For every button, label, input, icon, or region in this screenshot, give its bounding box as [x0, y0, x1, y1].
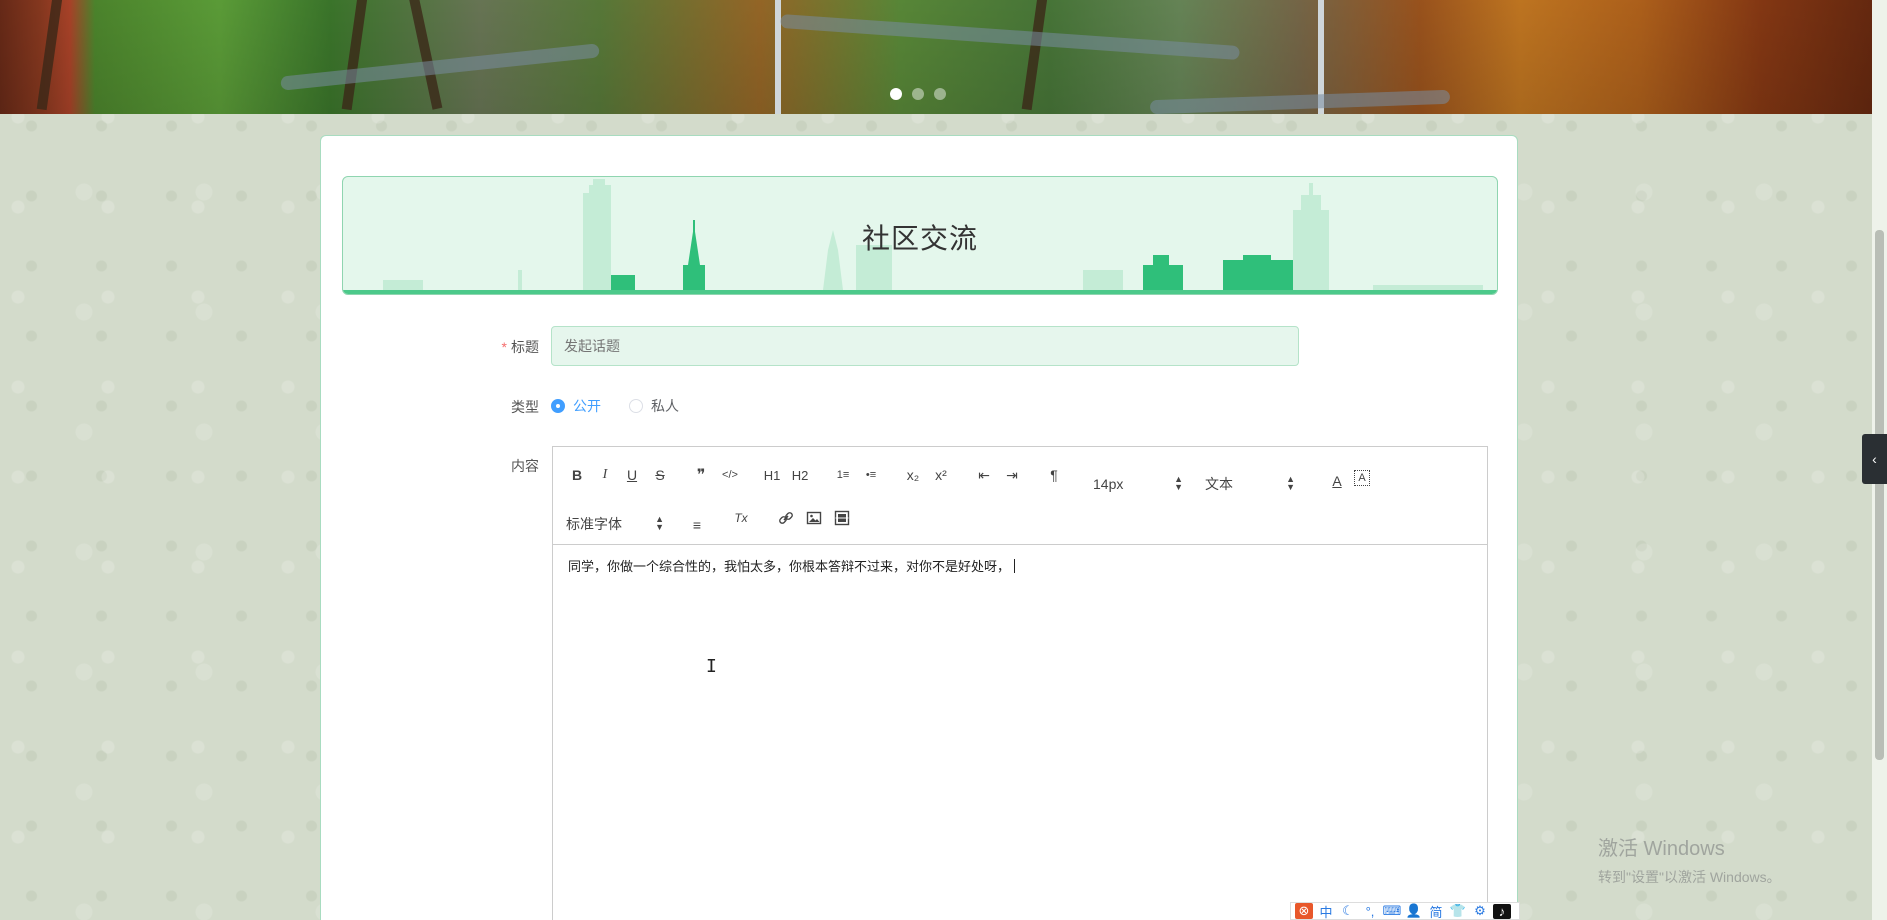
radio-public-label: 公开	[573, 398, 601, 414]
ime-skin-icon[interactable]: 👕	[1449, 903, 1467, 919]
italic-button[interactable]: I	[594, 464, 616, 486]
header-select-value: 文本	[1205, 476, 1233, 492]
align-button[interactable]: ≡	[686, 514, 708, 536]
carousel-dot-1[interactable]	[890, 88, 902, 100]
bold-button[interactable]: B	[566, 464, 588, 486]
radio-private-circle	[629, 399, 643, 413]
page-title: 社区交流	[861, 223, 978, 254]
font-size-arrows-icon: ▲ ▼	[1174, 474, 1183, 492]
ime-moon-icon[interactable]: ☾	[1339, 903, 1357, 919]
image-icon	[806, 511, 822, 525]
banner-path	[280, 43, 600, 91]
ime-settings-icon[interactable]: ⚙	[1471, 903, 1489, 919]
title-label: * 标题	[419, 337, 539, 357]
scrollbar-thumb[interactable]	[1875, 230, 1884, 760]
carousel-dot-3[interactable]	[934, 88, 946, 100]
side-panel-toggle[interactable]: ‹	[1862, 434, 1887, 484]
font-size-value: 14px	[1093, 476, 1124, 492]
subscript-button[interactable]: x₂	[902, 464, 924, 486]
watermark-line-1: 激活 Windows	[1598, 838, 1725, 860]
tiktok-icon[interactable]: ♪	[1493, 903, 1511, 919]
banner-path	[780, 13, 1240, 61]
mouse-ibeam-cursor-icon: I	[706, 656, 717, 677]
carousel-dot-2[interactable]	[912, 88, 924, 100]
banner-tree-trunk	[1021, 0, 1049, 111]
banner-carousel	[0, 0, 1872, 114]
ime-simplified-button[interactable]: 简	[1427, 902, 1445, 920]
text-color-button[interactable]: A	[1326, 470, 1348, 492]
radio-public-circle	[551, 399, 565, 413]
chevron-left-icon: ‹	[1872, 451, 1877, 467]
text-caret	[1014, 559, 1016, 573]
page-header-banner: 社区交流	[342, 176, 1498, 295]
header-baseline	[343, 290, 1497, 294]
font-family-arrows-icon: ▲ ▼	[655, 514, 664, 532]
font-family-value: 标准字体	[566, 516, 622, 532]
title-label-text: 标题	[511, 339, 539, 355]
radio-private-label: 私人	[651, 398, 679, 414]
header-select[interactable]: 文本 ▲ ▼	[1205, 473, 1295, 495]
indent-button[interactable]: ⇥	[1001, 464, 1023, 486]
blockquote-button[interactable]: ❞	[690, 464, 712, 486]
required-mark: *	[501, 339, 507, 355]
radio-public[interactable]: 公开	[551, 396, 601, 416]
underline-button[interactable]: U	[621, 464, 643, 486]
content-label: 内容	[511, 458, 539, 474]
editor-toolbar: B I U S ❞ </> H1 H2 1≡ •≡ x₂ x² ⇤ ⇥ ¶ 14…	[553, 447, 1487, 545]
link-icon	[779, 512, 793, 524]
background-color-button[interactable]: A	[1354, 470, 1370, 486]
outdent-button[interactable]: ⇤	[973, 464, 995, 486]
watermark-line-2: 转到"设置"以激活 Windows。	[1598, 869, 1781, 885]
main-card: 社区交流 *标题 类型 公开 私人 内容 B I U S ❞ </> H1 H2…	[320, 135, 1518, 920]
banner-path	[1149, 89, 1451, 114]
ordered-list-button[interactable]: 1≡	[832, 464, 854, 486]
strike-button[interactable]: S	[649, 464, 671, 486]
banner-tree-trunk	[341, 0, 369, 111]
windows-activation-watermark: 激活 Windows 转到"设置"以激活 Windows。	[1598, 832, 1781, 887]
video-button[interactable]	[831, 507, 853, 529]
ime-toolbar: ⊗ 中 ☾ °, ⌨ 👤 简 👕 ⚙ ♪	[1290, 902, 1520, 920]
banner-tree-trunk	[36, 0, 64, 111]
font-family-select[interactable]: 标准字体 ▲ ▼	[566, 513, 664, 535]
rich-text-editor: B I U S ❞ </> H1 H2 1≡ •≡ x₂ x² ⇤ ⇥ ¶ 14…	[552, 446, 1488, 920]
radio-private[interactable]: 私人	[629, 396, 679, 416]
video-icon	[834, 510, 850, 526]
banner-tree-trunk	[407, 0, 443, 110]
carousel-indicators	[890, 88, 946, 100]
header-2-button[interactable]: H2	[789, 464, 811, 486]
image-button[interactable]	[803, 507, 825, 529]
ime-punct-icon[interactable]: °,	[1361, 904, 1379, 919]
type-label: 类型	[511, 399, 539, 415]
banner-lamp-pole	[775, 0, 781, 114]
superscript-button[interactable]: x²	[930, 464, 952, 486]
editor-content-area[interactable]: 同学，你做一个综合性的，我怕太多，你根本答辩不过来，对你不是好处呀，	[553, 545, 1487, 589]
text-direction-button[interactable]: ¶	[1043, 464, 1065, 486]
header-1-button[interactable]: H1	[761, 464, 783, 486]
type-radio-group: 公开 私人	[551, 396, 679, 416]
bullet-list-button[interactable]: •≡	[860, 464, 882, 486]
ime-lang-button[interactable]: 中	[1317, 902, 1335, 920]
ime-user-icon[interactable]: 👤	[1405, 903, 1423, 919]
title-input[interactable]	[551, 326, 1299, 366]
code-block-button[interactable]: </>	[719, 464, 741, 486]
header-select-arrows-icon: ▲ ▼	[1286, 474, 1295, 492]
ime-keyboard-icon[interactable]: ⌨	[1383, 903, 1402, 919]
ime-logo-icon[interactable]: ⊗	[1295, 903, 1313, 919]
clean-format-button[interactable]: Tx	[730, 507, 752, 529]
editor-content-text: 同学，你做一个综合性的，我怕太多，你根本答辩不过来，对你不是好处呀，	[568, 559, 1011, 574]
link-button[interactable]	[775, 507, 797, 529]
font-size-select[interactable]: 14px ▲ ▼	[1093, 473, 1183, 495]
